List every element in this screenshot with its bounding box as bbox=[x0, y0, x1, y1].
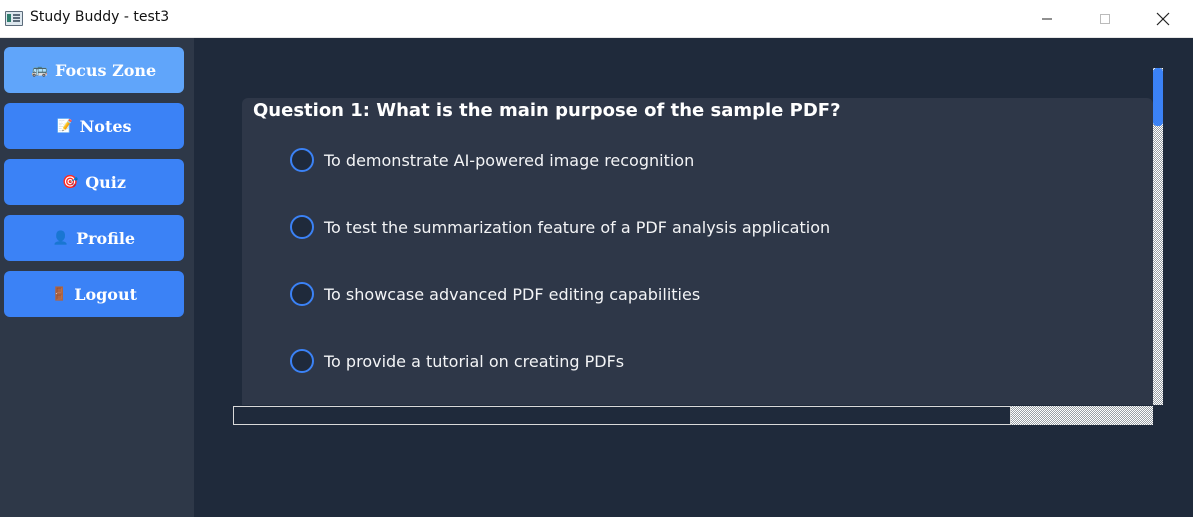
answer-option-label: To test the summarization feature of a P… bbox=[324, 217, 831, 237]
answer-option[interactable]: To provide a tutorial on creating PDFs bbox=[290, 347, 624, 375]
sidebar-item-logout[interactable]: 🚪 Logout bbox=[4, 271, 184, 317]
door-icon: 🚪 bbox=[51, 286, 68, 302]
sidebar-item-label: Focus Zone bbox=[54, 60, 157, 80]
bus-icon: 🚌 bbox=[31, 62, 48, 78]
minimize-button[interactable] bbox=[1018, 0, 1076, 37]
sidebar-item-label: Profile bbox=[76, 228, 136, 248]
window-title: Study Buddy - test3 bbox=[30, 9, 170, 25]
answer-option[interactable]: To test the summarization feature of a P… bbox=[290, 213, 830, 241]
sidebar-item-label: Notes bbox=[79, 116, 132, 136]
sidebar-item-label: Logout bbox=[74, 284, 137, 304]
answer-option[interactable]: To demonstrate AI-powered image recognit… bbox=[290, 146, 694, 174]
sidebar-item-profile[interactable]: 👤 Profile bbox=[4, 215, 184, 261]
answer-option-label: To demonstrate AI-powered image recognit… bbox=[324, 150, 695, 170]
sidebar: 🚌 Focus Zone 📝 Notes 🎯 Quiz 👤 Profile 🚪 … bbox=[0, 38, 194, 517]
sidebar-item-quiz[interactable]: 🎯 Quiz bbox=[4, 159, 184, 205]
question-card: Question 1: What is the main purpose of … bbox=[242, 98, 1153, 405]
radio-button[interactable] bbox=[290, 148, 314, 172]
answer-option-label: To provide a tutorial on creating PDFs bbox=[324, 351, 625, 371]
user-icon: 👤 bbox=[52, 230, 70, 246]
sidebar-item-notes[interactable]: 📝 Notes bbox=[4, 103, 184, 149]
sidebar-item-label: Quiz bbox=[85, 172, 126, 192]
memo-icon: 📝 bbox=[56, 118, 73, 134]
radio-button[interactable] bbox=[290, 282, 314, 306]
app-icon bbox=[5, 11, 23, 26]
radio-button[interactable] bbox=[290, 215, 314, 239]
radio-button[interactable] bbox=[290, 349, 314, 373]
minimize-icon bbox=[1042, 18, 1052, 19]
answer-option[interactable]: To showcase advanced PDF editing capabil… bbox=[290, 280, 700, 308]
question-title: Question 1: What is the main purpose of … bbox=[253, 100, 841, 121]
sidebar-item-focus-zone[interactable]: 🚌 Focus Zone bbox=[4, 47, 184, 93]
close-icon bbox=[1156, 12, 1170, 25]
vertical-scrollbar-thumb[interactable] bbox=[1153, 68, 1163, 126]
horizontal-scrollbar-thumb[interactable] bbox=[233, 406, 1011, 425]
maximize-button[interactable] bbox=[1076, 0, 1134, 37]
close-button[interactable] bbox=[1134, 0, 1192, 37]
target-icon: 🎯 bbox=[62, 174, 79, 190]
answer-option-label: To showcase advanced PDF editing capabil… bbox=[324, 284, 701, 304]
window-titlebar: Study Buddy - test3 bbox=[0, 0, 1193, 38]
maximize-icon bbox=[1100, 13, 1110, 24]
